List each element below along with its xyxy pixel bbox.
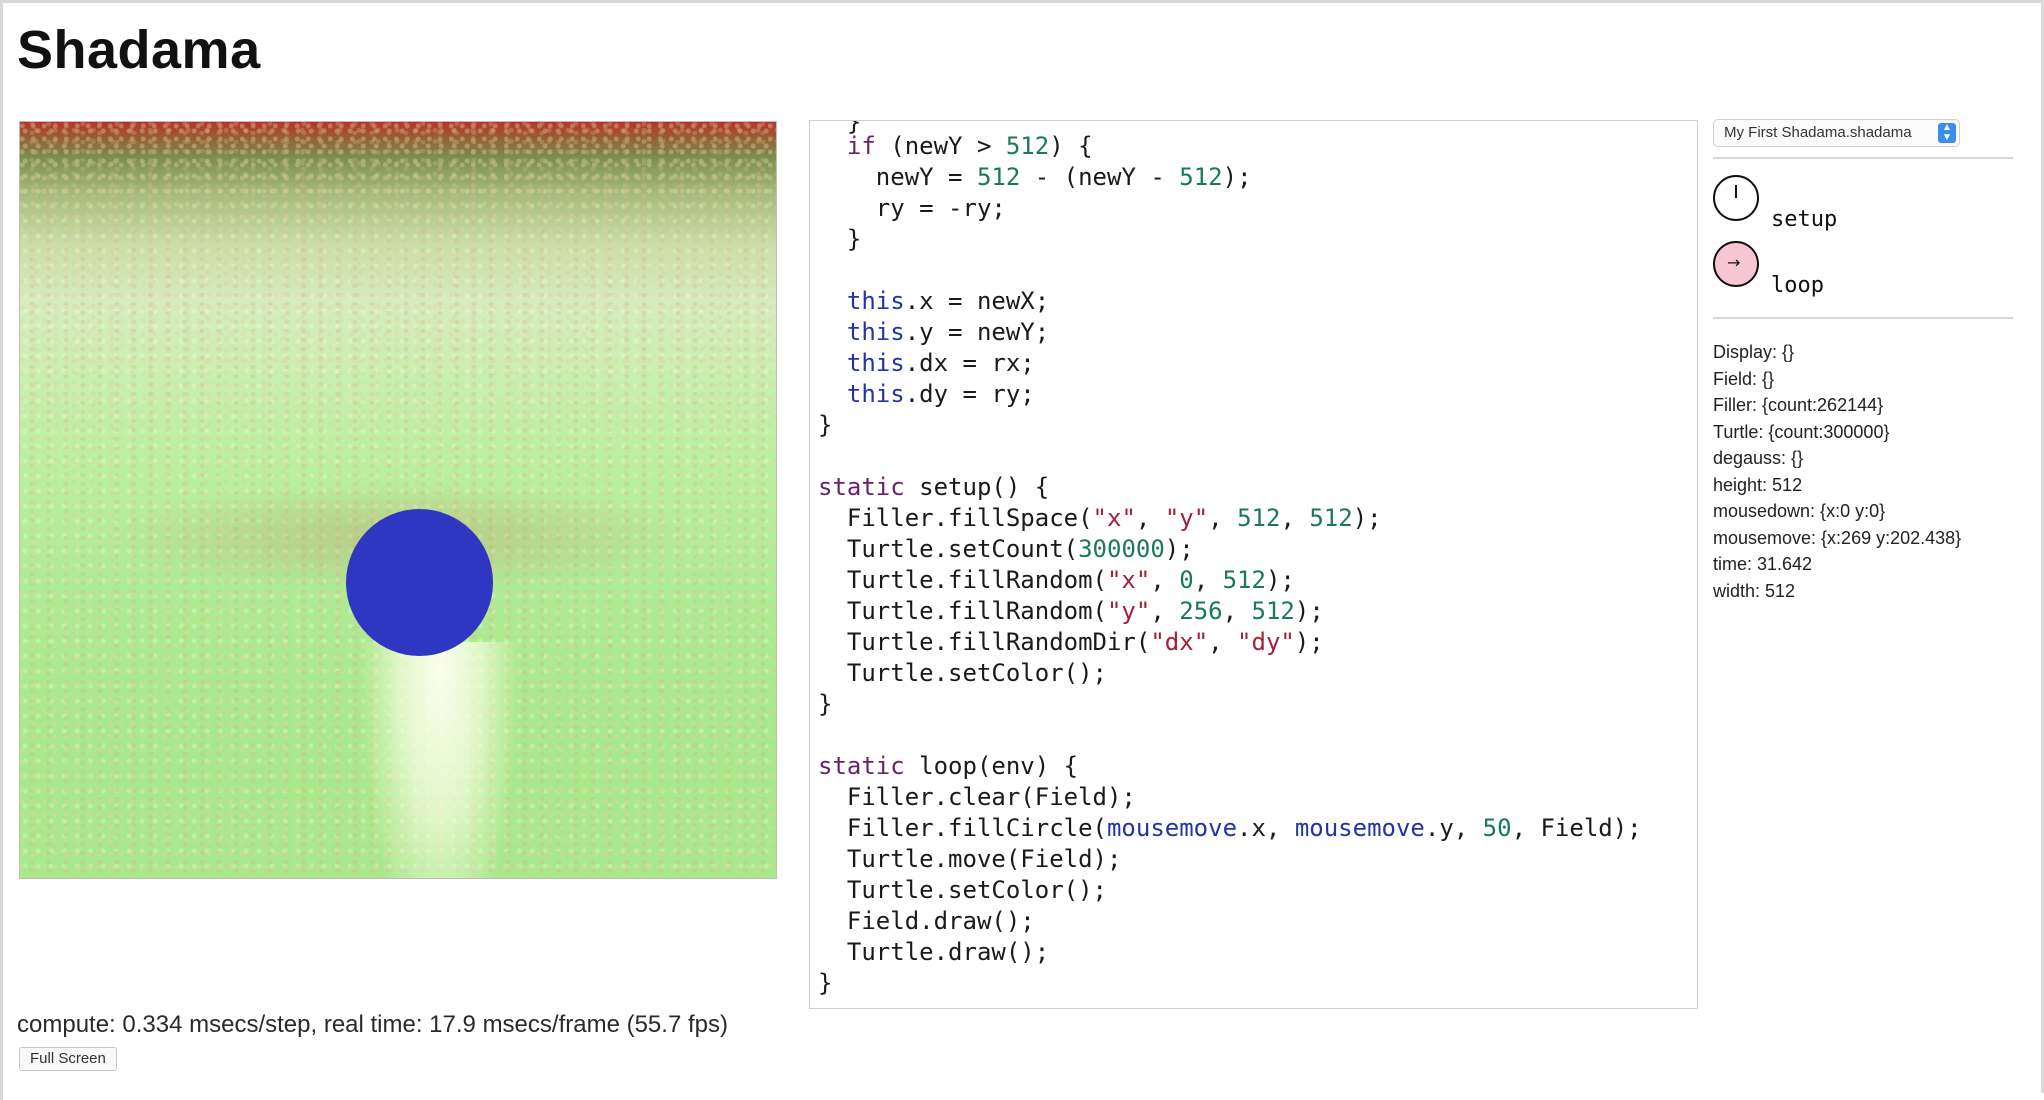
code-line: Filler.clear(Field);: [818, 783, 1136, 811]
loop-trigger[interactable]: → loop: [1713, 241, 1933, 301]
app-window: Shadama } if (newY > 512) { newY = 512 -…: [0, 0, 2044, 1100]
code-line: }: [818, 225, 862, 253]
env-turtle: Turtle: {count:300000}: [1713, 421, 1890, 442]
code-line: Turtle.setColor();: [818, 659, 1107, 687]
code-line: Turtle.move(Field);: [818, 845, 1122, 873]
env-width: width: 512: [1713, 580, 1796, 601]
env-display: Display: {}: [1713, 342, 1795, 362]
env-mousedown: mousedown: {x:0 y:0}: [1713, 501, 1886, 521]
code-line: Turtle.fillRandom("y", 256, 512);: [818, 597, 1324, 625]
code-line: Turtle.fillRandomDir("dx", "dy");: [818, 628, 1324, 656]
clock-icon[interactable]: [1713, 175, 1759, 221]
divider: [1713, 157, 2013, 159]
code-line: if (newY > 512) {: [846, 132, 1093, 160]
code-line: this.x = newX;: [846, 287, 1050, 315]
code-line: }: [818, 690, 833, 718]
loop-label: loop: [1771, 273, 1824, 298]
code-line: newY = 512 - (newY - 512);: [818, 163, 1252, 191]
divider: [1713, 317, 2013, 319]
canvas-plume: [365, 642, 515, 878]
code-line: Turtle.draw();: [818, 938, 1050, 966]
code-line: this.dy = ry;: [846, 380, 1035, 408]
code-line: Turtle.fillRandom("x", 0, 512);: [818, 566, 1295, 594]
env-height: height: 512: [1713, 474, 1803, 495]
performance-status: compute: 0.334 msecs/step, real time: 17…: [17, 1011, 728, 1038]
environment-list: Display: {} Field: {} Filler: {count:262…: [1713, 339, 1961, 604]
env-time: time: 31.642: [1713, 554, 1813, 574]
code-line: Filler.fillCircle(mousemove.x, mousemove…: [818, 814, 1642, 842]
code-line: }: [818, 969, 833, 997]
code-line: this.dx = rx;: [846, 349, 1035, 377]
code-line: Filler.fillSpace("x", "y", 512, 512);: [818, 504, 1382, 532]
code-line: Turtle.setCount(300000);: [818, 535, 1194, 563]
code-line: }: [818, 411, 833, 439]
env-filler: Filler: {count:262144}: [1713, 395, 1884, 415]
page-title: Shadama: [17, 20, 261, 80]
clock-hand: [1735, 185, 1737, 198]
env-degauss: degauss: {}: [1713, 448, 1804, 468]
setup-trigger[interactable]: setup: [1713, 175, 1933, 235]
full-screen-button[interactable]: Full Screen: [19, 1047, 117, 1071]
render-canvas[interactable]: [19, 121, 777, 879]
env-field: Field: {}: [1713, 368, 1775, 389]
loop-icon[interactable]: →: [1713, 241, 1759, 287]
setup-label: setup: [1771, 207, 1838, 232]
code-line: static setup() {: [818, 473, 1050, 501]
code-line: Turtle.setColor();: [818, 876, 1107, 904]
right-panel: My First Shadama.shadama ▲ ▼ setup → loop…: [1711, 119, 2013, 619]
file-select-value: My First Shadama.shadama: [1724, 124, 1912, 141]
arrow-icon: →: [1727, 253, 1741, 272]
code-line: ry = -ry;: [818, 194, 1006, 222]
code-editor[interactable]: } if (newY > 512) { newY = 512 - (newY -…: [809, 120, 1698, 1009]
code-line: static loop(env) {: [818, 752, 1079, 780]
file-select[interactable]: My First Shadama.shadama ▲ ▼: [1713, 119, 1960, 147]
code-line: this.y = newY;: [846, 318, 1050, 346]
env-mousemove: mousemove: {x:269 y:202.438}: [1713, 527, 1962, 548]
code-line: Field.draw();: [818, 907, 1035, 935]
select-arrows-icon: ▲ ▼: [1938, 123, 1956, 143]
field-circle: [346, 509, 493, 656]
